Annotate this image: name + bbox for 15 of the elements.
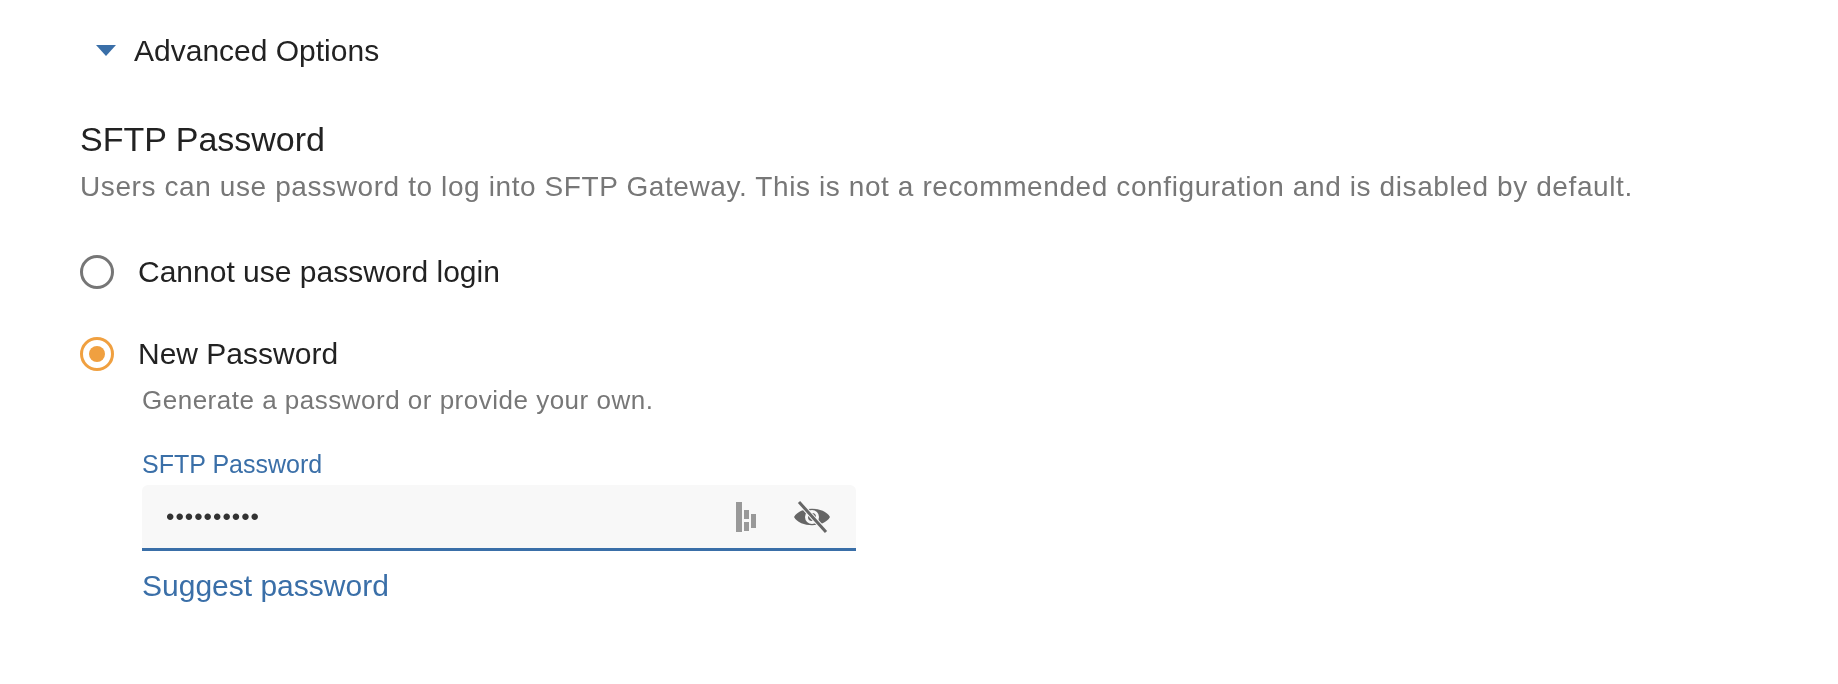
password-value: •••••••••• xyxy=(166,502,262,531)
password-field[interactable]: •••••••••• xyxy=(142,485,856,551)
option-label: New Password xyxy=(138,337,339,371)
option-label: Cannot use password login xyxy=(138,255,500,289)
setting-title: SFTP Password xyxy=(80,120,326,159)
advanced-options-toggle[interactable]: Advanced Options xyxy=(80,34,380,68)
field-label: SFTP Password xyxy=(142,450,324,479)
password-manager-icon[interactable] xyxy=(736,501,758,532)
radio-button[interactable] xyxy=(80,337,114,371)
caret-icon xyxy=(96,45,116,57)
suggest-password-link[interactable]: Suggest password xyxy=(142,569,389,603)
setting-description: Users can use password to log into SFTP Gateway. This is not a recommended configuration and is disabled by default. xyxy=(80,171,1634,203)
eye-slash-icon[interactable] xyxy=(792,499,832,534)
radio-button[interactable] xyxy=(80,255,114,289)
option-description: Generate a password or provide your own. xyxy=(142,385,655,416)
